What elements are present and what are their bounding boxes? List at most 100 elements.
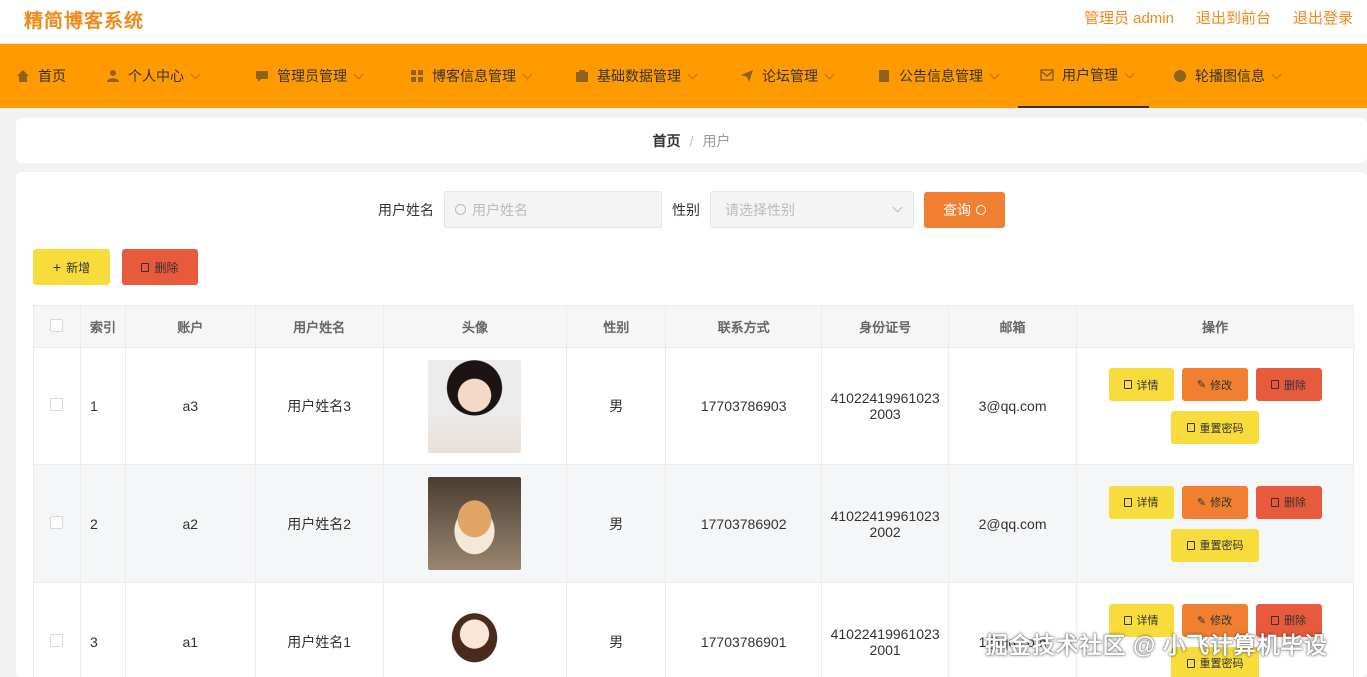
document-icon: [879, 70, 889, 82]
plus-icon: +: [52, 259, 62, 275]
detail-label: 详情: [1136, 497, 1159, 509]
breadcrumb-current: 用户: [702, 132, 731, 149]
breadcrumb-separator: /: [689, 132, 694, 149]
edit-label: 修改: [1210, 379, 1233, 392]
row-checkbox[interactable]: [50, 633, 64, 647]
query-button[interactable]: 查询: [924, 191, 1005, 228]
row-checkbox[interactable]: [50, 515, 64, 529]
id-number-line: 41022419961023: [830, 507, 940, 524]
document-icon: [1186, 423, 1195, 432]
chevron-down-icon: [892, 202, 903, 213]
chevron-down-icon: [989, 69, 1000, 79]
delete-button[interactable]: 删除: [1255, 485, 1322, 519]
nav-item-label: 首页: [38, 68, 66, 84]
nav-item-forum[interactable]: 论坛管理: [712, 44, 849, 108]
table-header-row: 索引 账户 用户姓名 头像 性别 联系方式 身份证号 邮箱 操作: [33, 305, 1354, 348]
nav-item-admin[interactable]: 管理员管理: [215, 44, 378, 108]
mail-icon: [1040, 69, 1054, 81]
name-filter-label: 用户姓名: [378, 201, 434, 218]
edit-button[interactable]: ✎ 修改: [1181, 368, 1248, 401]
avatar[interactable]: [428, 595, 522, 677]
id-number-cell: 41022419961023 2002: [821, 464, 950, 583]
column-header: 邮箱: [948, 305, 1077, 348]
gender-cell: 男: [566, 347, 667, 465]
row-select-cell: [33, 347, 81, 465]
add-button[interactable]: + 新增: [33, 249, 110, 285]
search-icon: [976, 204, 986, 215]
id-number-line: 2002: [869, 523, 901, 540]
action-bar: + 新增 删除: [33, 249, 198, 285]
nav-item-blog[interactable]: 博客信息管理: [378, 44, 547, 108]
column-header: 索引: [79, 305, 126, 348]
nav-item-label: 博客信息管理: [432, 68, 516, 84]
nav-item-label: 公告信息管理: [899, 68, 983, 84]
detail-button[interactable]: 详情: [1108, 368, 1174, 401]
nav-item-base-data[interactable]: 基础数据管理: [547, 44, 712, 108]
id-number-cell: 41022419961023 2003: [821, 347, 950, 465]
trash-icon: [141, 262, 150, 272]
add-button-label: 新增: [66, 260, 91, 275]
gender-select[interactable]: 请选择性别: [710, 191, 914, 228]
nav-item-label: 基础数据管理: [597, 68, 681, 84]
select-all-cell: [33, 305, 81, 348]
index-cell: 3: [79, 582, 126, 677]
search-bar: 用户姓名 用户姓名 性别 请选择性别 查询: [378, 191, 1005, 228]
box-icon: [576, 70, 588, 82]
nav-item-users[interactable]: 用户管理: [1018, 44, 1149, 108]
select-all-checkbox[interactable]: [50, 318, 64, 332]
batch-delete-button[interactable]: 删除: [122, 249, 198, 285]
id-number-line: 2003: [869, 406, 901, 422]
to-front-link[interactable]: 退出到前台: [1196, 7, 1271, 28]
detail-button[interactable]: 详情: [1108, 485, 1174, 519]
breadcrumb: 首页 / 用户: [16, 118, 1367, 163]
logout-link[interactable]: 退出登录: [1293, 7, 1353, 28]
gender-select-placeholder: 请选择性别: [725, 201, 795, 218]
avatar-cell: [382, 464, 568, 583]
name-cell: 用户姓名1: [254, 582, 384, 677]
top-header: 精简博客系统 管理员 admin 退出到前台 退出登录: [0, 0, 1367, 44]
account-cell: a3: [124, 347, 256, 465]
account-cell: a1: [124, 582, 256, 677]
main-panel: 用户姓名 用户姓名 性别 请选择性别 查询 + 新增 删除 索引 账户 用户姓名…: [16, 172, 1367, 677]
nav-item-notice[interactable]: 公告信息管理: [849, 44, 1014, 108]
nav-item-label: 轮播图信息: [1195, 68, 1265, 84]
document-icon: [1123, 497, 1132, 507]
delete-label: 删除: [1284, 379, 1306, 392]
name-search-input[interactable]: 用户姓名: [444, 191, 662, 228]
reset-password-button[interactable]: 重置密码: [1171, 411, 1259, 444]
delete-button[interactable]: 删除: [1255, 368, 1322, 401]
home-icon: [17, 70, 29, 82]
pencil-icon: ✎: [1196, 379, 1207, 391]
row-select-cell: [33, 582, 81, 677]
chevron-down-icon: [353, 69, 364, 79]
user-icon: [107, 70, 119, 82]
send-icon: [741, 70, 753, 82]
name-cell: 用户姓名3: [254, 347, 384, 465]
edit-button[interactable]: ✎ 修改: [1181, 485, 1248, 519]
row-checkbox[interactable]: [50, 398, 64, 411]
chevron-down-icon: [1124, 68, 1135, 78]
column-header: 身份证号: [821, 305, 950, 348]
document-icon: [1123, 380, 1132, 389]
column-header: 操作: [1076, 305, 1354, 348]
id-number-line: 41022419961023: [830, 625, 940, 642]
column-header: 联系方式: [665, 305, 823, 348]
nav-item-home[interactable]: 首页: [0, 44, 82, 108]
nav-item-label: 用户管理: [1062, 67, 1118, 83]
table-row: 2 a2 用户姓名2 男 17703786902 41022419961023 2…: [33, 464, 1354, 583]
name-cell: 用户姓名2: [254, 464, 384, 583]
chevron-down-icon: [190, 69, 201, 79]
avatar[interactable]: [428, 359, 522, 453]
pencil-icon: ✎: [1196, 614, 1207, 627]
avatar[interactable]: [428, 477, 522, 570]
reset-password-button[interactable]: 重置密码: [1171, 528, 1259, 562]
admin-user-label[interactable]: 管理员 admin: [1084, 7, 1174, 28]
chat-icon: [256, 71, 268, 82]
breadcrumb-home[interactable]: 首页: [653, 131, 681, 151]
chevron-down-icon: [824, 69, 835, 79]
nav-item-personal[interactable]: 个人中心: [82, 44, 215, 108]
nav-item-carousel[interactable]: 轮播图信息: [1149, 44, 1296, 108]
delete-label: 删除: [1284, 497, 1306, 509]
gender-filter-label: 性别: [672, 201, 700, 218]
chevron-down-icon: [687, 69, 698, 79]
